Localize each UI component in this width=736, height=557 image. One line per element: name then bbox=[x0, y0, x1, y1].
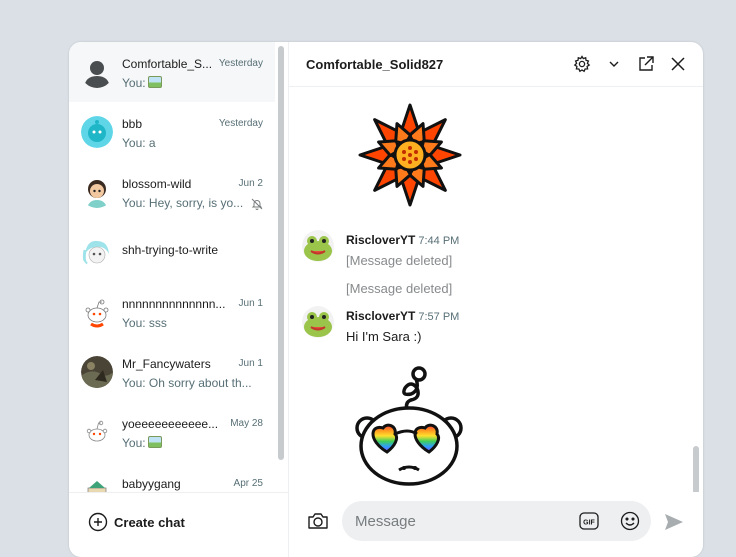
conversation-name: Mr_Fancywaters bbox=[122, 357, 211, 371]
author-name: RiscloverYT bbox=[346, 233, 416, 247]
conversation-list: Comfortable_S... Yesterday You: bbb Yest… bbox=[69, 42, 275, 492]
conversation-date: Jun 2 bbox=[238, 178, 263, 189]
sidebar-footer: Create chat bbox=[69, 492, 288, 557]
preview-text: You: bbox=[122, 76, 146, 90]
conversation-item[interactable]: Comfortable_S... Yesterday You: bbox=[69, 42, 275, 102]
gear-icon[interactable] bbox=[572, 54, 592, 74]
open-external-icon[interactable] bbox=[636, 54, 656, 74]
composer: GIF bbox=[289, 492, 703, 557]
conversation-date: Jun 1 bbox=[238, 358, 263, 369]
conversation-item[interactable]: bbb Yesterday You: a bbox=[69, 102, 275, 162]
create-chat-label: Create chat bbox=[114, 514, 185, 530]
avatar bbox=[81, 476, 113, 492]
conversation-preview: You: Oh sorry about th... bbox=[122, 376, 252, 390]
chat-header: Comfortable_Solid827 bbox=[289, 42, 703, 87]
conversation-item[interactable]: blossom-wild Jun 2 You: Hey, sorry, is y… bbox=[69, 162, 275, 222]
messages-scrollbar[interactable] bbox=[693, 446, 699, 492]
conversation-date: May 28 bbox=[230, 418, 263, 429]
avatar bbox=[302, 306, 334, 338]
message-time: 7:57 PM bbox=[418, 311, 460, 323]
conversation-preview: You: Hey, sorry, is yo... bbox=[122, 196, 244, 210]
avatar bbox=[81, 56, 113, 88]
camera-icon[interactable] bbox=[307, 511, 329, 536]
rainbow-heart-glasses-snoo-sticker bbox=[349, 364, 469, 492]
deleted-message: [Message deleted] bbox=[346, 281, 453, 296]
conversation-item[interactable]: babyygang Apr 25 bbox=[69, 462, 275, 492]
message-text: Hi I'm Sara :) bbox=[346, 329, 422, 344]
chat-title: Comfortable_Solid827 bbox=[306, 57, 444, 72]
avatar bbox=[81, 356, 113, 388]
deleted-message: [Message deleted] bbox=[346, 253, 453, 268]
conversation-name: blossom-wild bbox=[122, 177, 192, 191]
orange-flower-sticker bbox=[355, 100, 465, 215]
conversation-date: Yesterday bbox=[218, 118, 263, 129]
conversation-date: Jun 1 bbox=[238, 298, 263, 309]
conversation-name: babyygang bbox=[122, 477, 181, 491]
conversation-sidebar: Comfortable_S... Yesterday You: bbb Yest… bbox=[69, 42, 289, 557]
conversation-preview: You: bbox=[122, 76, 162, 90]
author-name: RiscloverYT bbox=[346, 309, 416, 323]
close-icon[interactable] bbox=[668, 54, 688, 74]
send-icon[interactable] bbox=[664, 513, 684, 536]
svg-text:GIF: GIF bbox=[583, 520, 595, 527]
image-icon bbox=[147, 436, 162, 448]
chat-window: Comfortable_S... Yesterday You: bbb Yest… bbox=[69, 42, 703, 557]
chat-panel: Comfortable_Solid827 RiscloverYT 7:44 PM… bbox=[289, 42, 703, 557]
gif-icon[interactable]: GIF bbox=[579, 512, 599, 535]
avatar bbox=[81, 176, 113, 208]
avatar bbox=[81, 116, 113, 148]
preview-text: You: bbox=[122, 436, 146, 450]
conversation-item[interactable]: yoeeeeeeeeeee... May 28 You: bbox=[69, 402, 275, 462]
conversation-item[interactable]: shh-trying-to-write bbox=[69, 222, 275, 282]
message-author[interactable]: RiscloverYT 7:57 PM bbox=[346, 309, 459, 323]
conversation-name: Comfortable_S... bbox=[122, 57, 213, 71]
conversation-name: bbb bbox=[122, 117, 143, 131]
message-input[interactable] bbox=[342, 501, 651, 541]
conversation-item[interactable]: Mr_Fancywaters Jun 1 You: Oh sorry about… bbox=[69, 342, 275, 402]
create-chat-button[interactable]: Create chat bbox=[88, 511, 185, 533]
chevron-down-icon[interactable] bbox=[604, 54, 624, 74]
conversation-name: nnnnnnnnnnnnnn... bbox=[122, 297, 226, 311]
conversation-item[interactable]: nnnnnnnnnnnnnn... Jun 1 You: sss bbox=[69, 282, 275, 342]
sidebar-scrollbar[interactable] bbox=[278, 46, 284, 460]
avatar bbox=[81, 296, 113, 328]
conversation-date: Apr 25 bbox=[233, 478, 263, 489]
conversation-preview: You: sss bbox=[122, 316, 167, 330]
message-author[interactable]: RiscloverYT 7:44 PM bbox=[346, 233, 459, 247]
conversation-name: yoeeeeeeeeeee... bbox=[122, 417, 219, 431]
conversation-preview: You: bbox=[122, 436, 162, 450]
conversation-name: shh-trying-to-write bbox=[122, 243, 219, 257]
conversation-date: Yesterday bbox=[218, 58, 263, 69]
plus-circle-icon bbox=[88, 512, 108, 532]
emoji-icon[interactable] bbox=[620, 511, 640, 536]
image-icon bbox=[147, 76, 162, 88]
bell-off-icon bbox=[251, 197, 263, 215]
conversation-preview: You: a bbox=[122, 136, 156, 150]
message-time: 7:44 PM bbox=[418, 235, 460, 247]
message-list: RiscloverYT 7:44 PM [Message deleted] [Me… bbox=[289, 87, 703, 492]
avatar bbox=[302, 230, 334, 262]
avatar bbox=[81, 236, 113, 268]
avatar bbox=[81, 416, 113, 448]
